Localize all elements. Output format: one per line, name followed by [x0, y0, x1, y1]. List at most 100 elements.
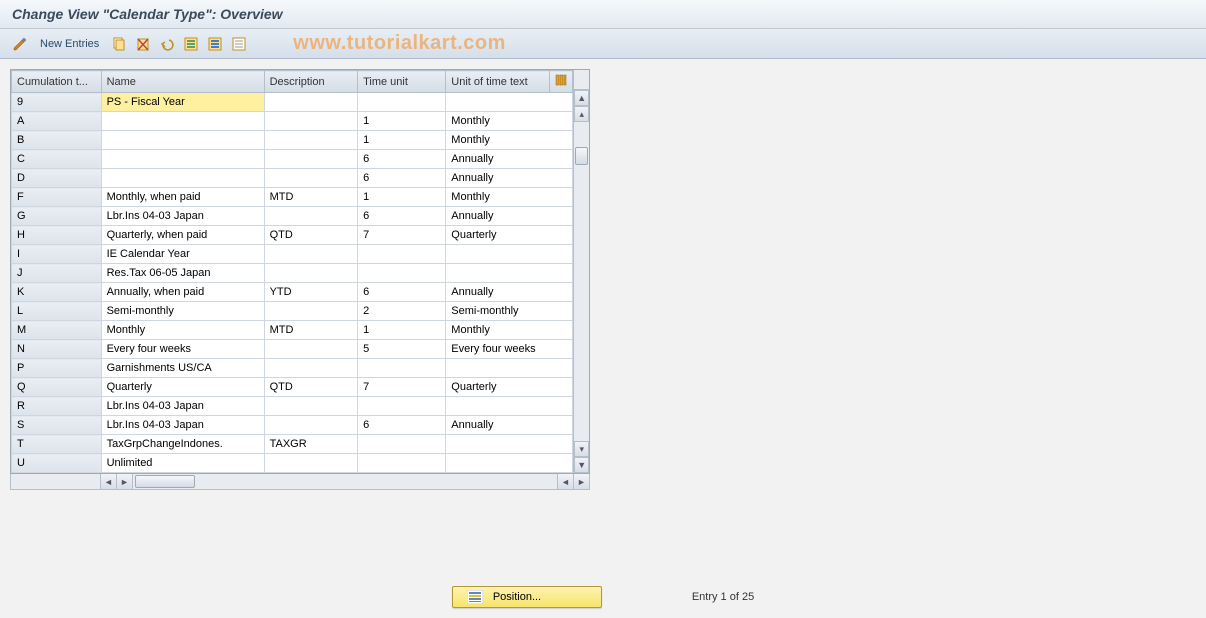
cell-unit-text[interactable]	[446, 264, 573, 283]
cell-description[interactable]	[264, 245, 357, 264]
cell-unit-text[interactable]: Every four weeks	[446, 340, 573, 359]
cell-description[interactable]	[264, 359, 357, 378]
cell-name[interactable]	[101, 112, 264, 131]
table-row[interactable]: C 6Annually	[12, 150, 573, 169]
copy-icon[interactable]	[109, 34, 129, 54]
cell-cumulation[interactable]: R	[12, 397, 102, 416]
cell-description[interactable]: MTD	[264, 321, 357, 340]
col-cumulation[interactable]: Cumulation t...	[12, 71, 102, 93]
cell-description[interactable]	[264, 302, 357, 321]
cell-time-unit[interactable]	[358, 93, 446, 112]
table-row[interactable]: UUnlimited	[12, 454, 573, 473]
cell-time-unit[interactable]	[358, 264, 446, 283]
cell-time-unit[interactable]: 6	[358, 283, 446, 302]
cell-description[interactable]	[264, 397, 357, 416]
scroll-track[interactable]	[574, 122, 589, 441]
cell-unit-text[interactable]: Annually	[446, 416, 573, 435]
cell-time-unit[interactable]: 7	[358, 378, 446, 397]
cell-cumulation[interactable]: G	[12, 207, 102, 226]
cell-cumulation[interactable]: C	[12, 150, 102, 169]
table-row[interactable]: LSemi-monthly2Semi-monthly	[12, 302, 573, 321]
cell-cumulation[interactable]: H	[12, 226, 102, 245]
cell-time-unit[interactable]: 6	[358, 150, 446, 169]
cell-name[interactable]	[101, 150, 264, 169]
hscroll-right-icon[interactable]: ►	[573, 474, 589, 489]
cell-cumulation[interactable]: P	[12, 359, 102, 378]
cell-time-unit[interactable]: 5	[358, 340, 446, 359]
cell-description[interactable]: QTD	[264, 226, 357, 245]
hscroll-left-icon[interactable]: ◄	[101, 474, 117, 489]
scroll-bottom-icon[interactable]: ▼	[574, 457, 589, 473]
select-block-icon[interactable]	[205, 34, 225, 54]
hscroll-step-right-icon[interactable]: ►	[117, 474, 133, 489]
cell-cumulation[interactable]: U	[12, 454, 102, 473]
cell-time-unit[interactable]	[358, 359, 446, 378]
cell-description[interactable]	[264, 340, 357, 359]
cell-time-unit[interactable]	[358, 454, 446, 473]
cell-unit-text[interactable]: Annually	[446, 150, 573, 169]
table-row[interactable]: FMonthly, when paidMTD1Monthly	[12, 188, 573, 207]
cell-unit-text[interactable]	[446, 93, 573, 112]
cell-cumulation[interactable]: A	[12, 112, 102, 131]
hscroll-track[interactable]	[133, 474, 557, 489]
cell-cumulation[interactable]: J	[12, 264, 102, 283]
cell-name[interactable]: Unlimited	[101, 454, 264, 473]
cell-unit-text[interactable]: Quarterly	[446, 226, 573, 245]
cell-description[interactable]	[264, 150, 357, 169]
new-entries-button[interactable]: New Entries	[40, 38, 99, 50]
cell-name[interactable]: Garnishments US/CA	[101, 359, 264, 378]
cell-time-unit[interactable]: 6	[358, 169, 446, 188]
table-row[interactable]: JRes.Tax 06-05 Japan	[12, 264, 573, 283]
cell-unit-text[interactable]	[446, 359, 573, 378]
cell-time-unit[interactable]	[358, 397, 446, 416]
cell-description[interactable]	[264, 454, 357, 473]
table-row[interactable]: B1Monthly	[12, 131, 573, 150]
col-unit-text[interactable]: Unit of time text	[446, 71, 550, 93]
cell-unit-text[interactable]: Quarterly	[446, 378, 573, 397]
table-row[interactable]: NEvery four weeks5Every four weeks	[12, 340, 573, 359]
delete-icon[interactable]	[133, 34, 153, 54]
cell-name[interactable]: TaxGrpChangeIndones.	[101, 435, 264, 454]
cell-name[interactable]: Lbr.Ins 04-03 Japan	[101, 397, 264, 416]
table-row[interactable]: MMonthlyMTD1Monthly	[12, 321, 573, 340]
cell-unit-text[interactable]	[446, 397, 573, 416]
cell-description[interactable]	[264, 112, 357, 131]
col-config-icon[interactable]	[550, 71, 573, 93]
cell-description[interactable]	[264, 207, 357, 226]
cell-time-unit[interactable]: 6	[358, 207, 446, 226]
cell-cumulation[interactable]: Q	[12, 378, 102, 397]
cell-unit-text[interactable]: Monthly	[446, 188, 573, 207]
cell-description[interactable]	[264, 131, 357, 150]
cell-time-unit[interactable]: 6	[358, 416, 446, 435]
table-row[interactable]: SLbr.Ins 04-03 Japan6Annually	[12, 416, 573, 435]
table-row[interactable]: QQuarterlyQTD7Quarterly	[12, 378, 573, 397]
cell-description[interactable]: YTD	[264, 283, 357, 302]
cell-cumulation[interactable]: 9	[12, 93, 102, 112]
cell-time-unit[interactable]	[358, 435, 446, 454]
position-button[interactable]: Position...	[452, 586, 602, 608]
cell-name[interactable]: Quarterly, when paid	[101, 226, 264, 245]
cell-cumulation[interactable]: S	[12, 416, 102, 435]
table-row[interactable]: A1Monthly	[12, 112, 573, 131]
cell-unit-text[interactable]	[446, 245, 573, 264]
cell-cumulation[interactable]: K	[12, 283, 102, 302]
table-row[interactable]: D6Annually	[12, 169, 573, 188]
hscroll-thumb[interactable]	[135, 475, 195, 488]
cell-time-unit[interactable]: 7	[358, 226, 446, 245]
cell-unit-text[interactable]	[446, 435, 573, 454]
cell-name[interactable]: Semi-monthly	[101, 302, 264, 321]
col-name[interactable]: Name	[101, 71, 264, 93]
scroll-up-icon[interactable]: ▴	[574, 106, 589, 122]
cell-description[interactable]: QTD	[264, 378, 357, 397]
cell-name[interactable]: Monthly	[101, 321, 264, 340]
undo-icon[interactable]	[157, 34, 177, 54]
cell-cumulation[interactable]: B	[12, 131, 102, 150]
cell-cumulation[interactable]: N	[12, 340, 102, 359]
cell-unit-text[interactable]: Annually	[446, 283, 573, 302]
cell-cumulation[interactable]: M	[12, 321, 102, 340]
cell-unit-text[interactable]: Monthly	[446, 112, 573, 131]
col-description[interactable]: Description	[264, 71, 357, 93]
cell-name[interactable]: IE Calendar Year	[101, 245, 264, 264]
cell-time-unit[interactable]: 2	[358, 302, 446, 321]
table-row[interactable]: RLbr.Ins 04-03 Japan	[12, 397, 573, 416]
